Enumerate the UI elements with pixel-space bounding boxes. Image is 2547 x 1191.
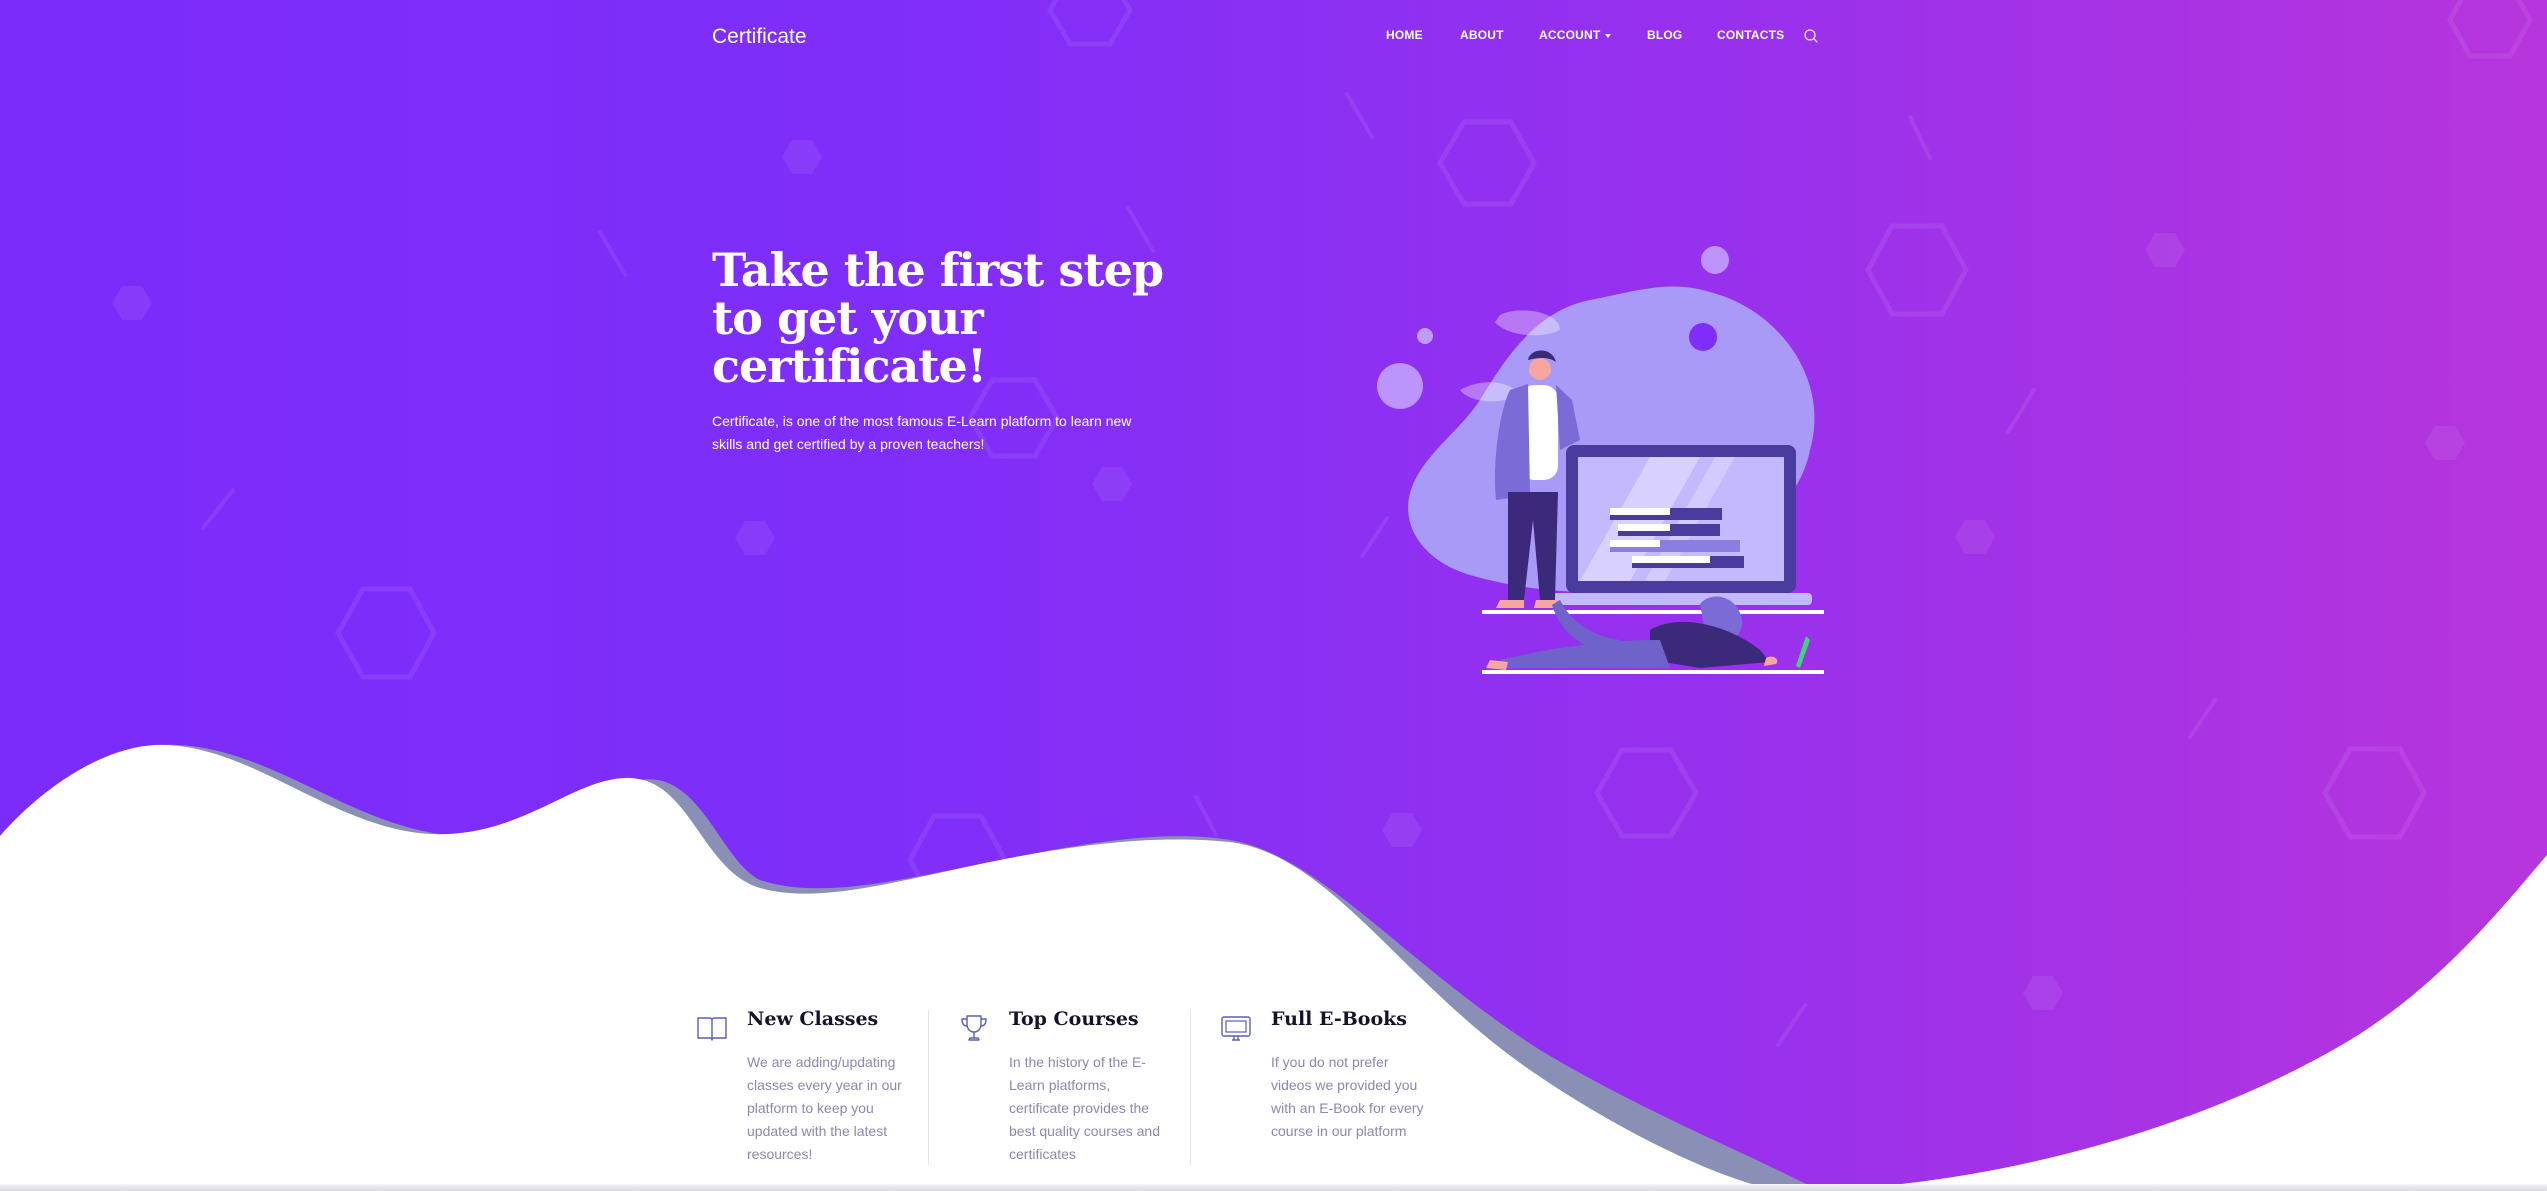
feature-divider: [1190, 1010, 1191, 1165]
feature-title: New Classes: [747, 1008, 879, 1030]
feature-new-classes: New Classes We are adding/updating class…: [690, 1000, 930, 1170]
nav-item-blog[interactable]: BLOG: [1647, 28, 1682, 42]
feature-top-courses: Top Courses In the history of the E-Lear…: [952, 1000, 1192, 1170]
feature-title: Top Courses: [1009, 1008, 1139, 1030]
caret-down-icon: [1605, 33, 1612, 38]
headline-line-2: to get your: [712, 291, 984, 345]
feature-text: If you do not prefer videos we provided …: [1271, 1054, 1424, 1139]
monitor-icon: [1221, 1016, 1251, 1041]
hero-lead-text: Certificate, is one of the most famous E…: [712, 413, 1132, 452]
headline-line-1: Take the first step: [712, 243, 1164, 297]
nav-item-contacts[interactable]: CONTACTS: [1717, 28, 1784, 42]
page-bottom-edge: [0, 1184, 2547, 1191]
hero-headline: Take the first step to get your certific…: [712, 246, 1172, 390]
feature-divider: [928, 1010, 929, 1165]
feature-text: In the history of the E-Learn platforms,…: [1009, 1054, 1160, 1162]
search-icon[interactable]: [1803, 28, 1819, 44]
nav-item-account-label: ACCOUNT: [1539, 28, 1601, 42]
nav-item-account[interactable]: ACCOUNT: [1539, 28, 1612, 42]
feature-full-ebooks: Full E-Books If you do not prefer videos…: [1214, 1000, 1454, 1170]
brand-logo[interactable]: Certificate: [712, 25, 807, 49]
features-section: New Classes We are adding/updating class…: [690, 1000, 1450, 1180]
feature-title: Full E-Books: [1271, 1008, 1408, 1030]
book-icon: [697, 1017, 727, 1041]
hero-illustration: [1377, 246, 1824, 674]
nav-item-about[interactable]: ABOUT: [1460, 28, 1504, 42]
trophy-icon: [961, 1015, 987, 1041]
nav-item-home[interactable]: HOME: [1386, 28, 1423, 42]
headline-line-3: certificate!: [712, 339, 987, 393]
feature-text: We are adding/updating classes every yea…: [747, 1054, 902, 1162]
